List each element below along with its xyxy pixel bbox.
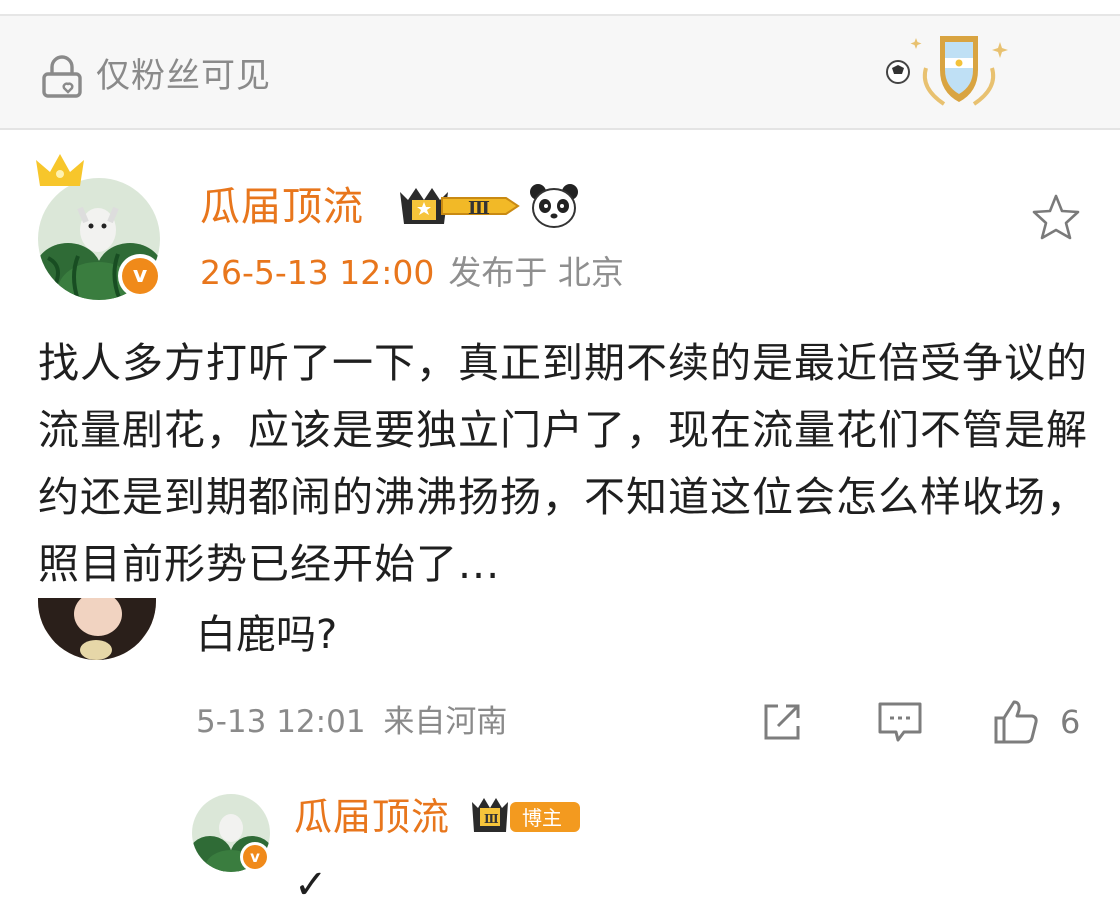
reply-level-text: Ⅲ <box>484 812 499 826</box>
post-text: 找人多方打听了一下，真正到期不续的是最近倍受争议的流量剧花，应该是要独立门户了，… <box>38 339 1088 588</box>
blogger-badge-text: 博主 <box>522 806 562 830</box>
comment-text: 白鹿吗? <box>196 612 338 658</box>
author-name[interactable]: 瓜届顶流 <box>200 180 364 234</box>
comment-icon[interactable] <box>876 698 924 746</box>
panda-icon <box>530 184 578 228</box>
share-icon[interactable] <box>758 698 806 746</box>
lock-icon <box>42 55 82 98</box>
favorite-star-icon[interactable] <box>1030 192 1082 242</box>
comment-timestamp: 5-13 12:01 <box>196 704 366 740</box>
like-icon[interactable] <box>992 698 1040 746</box>
post-location: 发布于 北京 <box>448 253 624 292</box>
level-badge-text: Ⅲ <box>468 198 490 219</box>
post-meta: 26-5-13 12:00 发布于 北京 <box>200 248 624 298</box>
post-timestamp: 26-5-13 12:00 <box>200 253 435 292</box>
reply-author-name[interactable]: 瓜届顶流 <box>294 790 450 844</box>
like-count: 6 <box>1060 703 1081 741</box>
blogger-badge-icon: Ⅲ 博主 <box>472 798 580 832</box>
member-level-badge-icon[interactable]: Ⅲ <box>398 184 522 228</box>
argentina-fan-badge-icon <box>886 36 1008 106</box>
reply-verified-badge-icon: v <box>240 842 270 872</box>
comment-location: 来自河南 <box>383 704 508 740</box>
commenter-avatar[interactable] <box>38 598 156 660</box>
verified-badge-icon: v <box>118 254 162 298</box>
comment-meta: 5-13 12:01 来自河南 <box>196 696 507 748</box>
crown-icon <box>36 154 84 186</box>
reply-text: ✓ <box>294 862 328 908</box>
visibility-label: 仅粉丝可见 <box>96 56 271 96</box>
